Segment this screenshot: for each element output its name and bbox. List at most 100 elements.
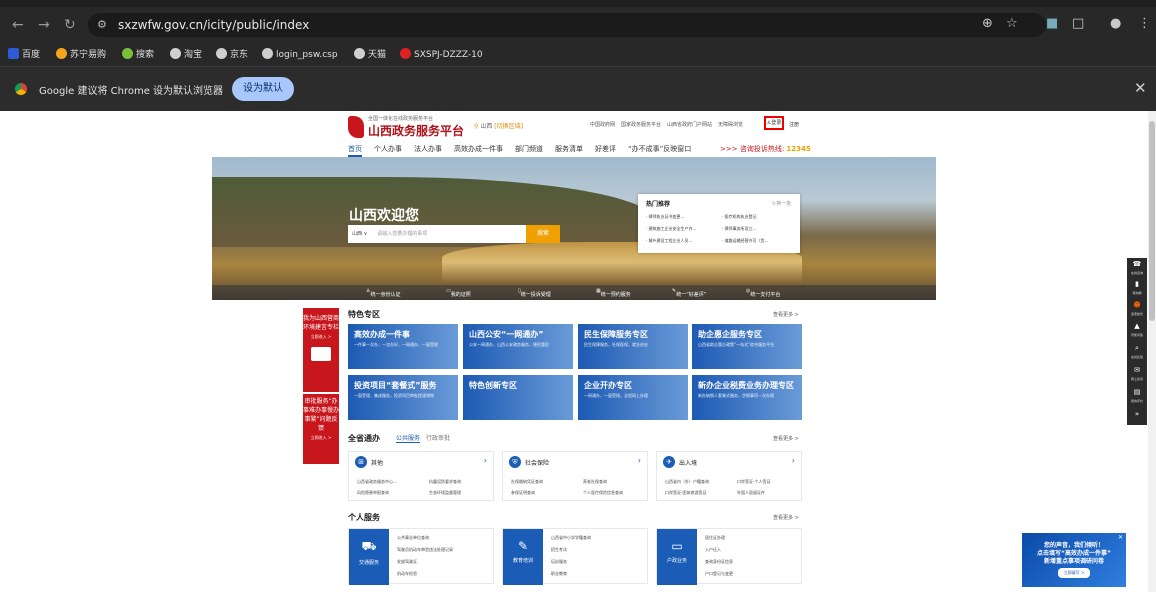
- bookmark-item[interactable]: SXSPJ-DZZZ-10: [400, 48, 483, 62]
- extension-icon[interactable]: ■: [1046, 16, 1058, 31]
- scrollbar-thumb[interactable]: [1149, 121, 1155, 321]
- hot-item[interactable]: · 道路运输经营许可（货...: [722, 238, 768, 244]
- featured-card[interactable]: 新办企业税费业务办理专区 新办纳税人套餐式服务，涉税事项一次办理: [692, 375, 802, 420]
- featured-more-link[interactable]: 查看更多 >: [773, 311, 799, 318]
- site-title[interactable]: 山西政务服务平台: [368, 122, 464, 139]
- back-icon[interactable]: ←: [12, 17, 24, 33]
- tab-public[interactable]: 公共服务: [396, 435, 421, 443]
- hot-item[interactable]: · 律师执业证书变更...: [646, 214, 684, 220]
- address-bar[interactable]: ⚙ sxzwfw.gov.cn/icity/public/index: [88, 13, 1046, 37]
- complaint-icon[interactable]: ✉: [1127, 366, 1147, 374]
- search-button[interactable]: 搜索: [526, 225, 560, 243]
- bookmark-item[interactable]: 百度: [8, 48, 40, 62]
- set-default-button[interactable]: 设为默认: [232, 77, 294, 101]
- bookmark-item[interactable]: 搜索: [122, 48, 154, 62]
- nav-item[interactable]: 服务清单: [555, 145, 583, 153]
- top-link[interactable]: 无障碍浏览: [718, 122, 743, 128]
- expand-icon[interactable]: »: [1127, 410, 1147, 418]
- nav-item[interactable]: 个人办事: [374, 145, 402, 153]
- quick-service-bar: ♙ 统一身份认证 ▭ 我的证照 ▯ 统一投诉受理 ▦ 统一预约服务 ✎ 统一“好…: [212, 285, 936, 300]
- reload-icon[interactable]: ↻: [64, 17, 76, 33]
- tab-admin[interactable]: 行政审批: [426, 435, 450, 442]
- feedback-promo[interactable]: 审批服务“办事难办事慢办事繁”问题反馈 立即进入 >: [303, 394, 339, 464]
- featured-card[interactable]: 投资项目“套餐式”服务 一窗受理，集成服务，投资项目审批提速增效: [348, 375, 458, 420]
- nav-item[interactable]: 部门频道: [515, 145, 543, 153]
- chrome-icon: [15, 83, 27, 95]
- mobile-icon[interactable]: ▮: [1127, 280, 1147, 288]
- chevron-right-icon: ›: [791, 456, 795, 465]
- hot-item[interactable]: · 律师事务所设立...: [722, 226, 756, 232]
- nav-item[interactable]: 好差评: [595, 145, 616, 153]
- nav-item[interactable]: 高效办成一件事: [454, 145, 503, 153]
- location-selector[interactable]: ⚲ 山西 [切换区域]: [474, 121, 523, 130]
- bookmark-item[interactable]: 淘宝: [170, 48, 202, 62]
- region-select[interactable]: 山西 ∨: [352, 231, 367, 237]
- service-box[interactable]: ✈ 出入境 › 山西省内（外）户籍查询 口岸签证-个人签证 口岸签证-团体旅游签证 外国人…: [656, 451, 802, 501]
- personal-service-box[interactable]: ⛟ 交通服务 公共事业单位查询 驾驶员机动车审验违法处理记录 发放驾驶证 机动车检验: [348, 528, 494, 585]
- url-text: sxzwfw.gov.cn/icity/public/index: [118, 18, 310, 32]
- quick-item[interactable]: ▦ 统一预约服务: [596, 288, 631, 298]
- quick-item[interactable]: ◎ 统一支付平台: [746, 288, 780, 298]
- top-links: 中国政府网 国家政务服务平台 山西省政府门户网站 无障碍浏览: [590, 121, 749, 128]
- fill-survey-button[interactable]: 立即填写 >: [1057, 568, 1091, 578]
- hot-item[interactable]: · 医疗机构执业登记: [722, 214, 757, 220]
- featured-card[interactable]: 助企惠企服务专区 山西省助企惠企政策“一站式”综合服务平台: [692, 324, 802, 369]
- feedback-icon[interactable]: ⌕: [1127, 344, 1147, 353]
- business-env-promo[interactable]: 我为山西营商环境建言专栏 立即进入 >: [303, 308, 339, 392]
- quick-item[interactable]: ▯ 统一投诉受理: [518, 288, 551, 298]
- bookmark-item[interactable]: 天猫: [354, 48, 386, 62]
- zoom-icon[interactable]: ⊕: [982, 16, 993, 31]
- hot-title: 热门推荐: [646, 201, 671, 208]
- menu-icon[interactable]: ⋮: [1138, 16, 1151, 31]
- refresh-link[interactable]: ↻换一批: [772, 200, 791, 207]
- bookmark-item[interactable]: login_psw.csp: [262, 48, 338, 62]
- search-input[interactable]: 山西 ∨ 请输入您要办理的事项: [348, 225, 532, 243]
- bookmark-item[interactable]: 京东: [216, 48, 248, 62]
- top-link[interactable]: 国家政务服务平台: [621, 122, 661, 128]
- service-box[interactable]: ⊞ 其他 › 山西省政务服务中心... 抗震设防要求查询 风险隐患举报查询 生态环境监督管…: [348, 451, 494, 501]
- nav-item[interactable]: 法人办事: [414, 145, 442, 153]
- evaluation-icon[interactable]: ▤: [1127, 388, 1147, 396]
- close-icon[interactable]: ✕: [1134, 79, 1147, 97]
- consult-icon[interactable]: ☎: [1127, 260, 1147, 268]
- province-more-link[interactable]: 查看更多 >: [773, 435, 799, 442]
- featured-card[interactable]: 特色创新专区: [463, 375, 573, 420]
- plane-icon: ✈: [663, 456, 675, 468]
- survey-popup[interactable]: ✕ 您的声音，我们倾听！ 点击填写“高效办成一件事” 新增重点事项调研问卷 立即填写 >: [1022, 533, 1126, 587]
- nav-item-home[interactable]: 首页: [348, 145, 362, 157]
- forward-icon[interactable]: →: [38, 17, 50, 33]
- register-link[interactable]: 注册: [789, 121, 799, 128]
- province-title: 全省通办: [348, 434, 380, 443]
- personal-service-box[interactable]: ✎ 教育培训 山西省中小学学籍查询 招生考试 培训服务 职业教育: [502, 528, 648, 585]
- featured-card[interactable]: 企业开办专区 一网通办，一窗受理，全程网上办理: [578, 375, 688, 420]
- nav-item[interactable]: “办不成事”反映窗口: [628, 145, 691, 153]
- featured-card[interactable]: 民生保障服务专区 民生保障服务，社保医保，就业创业: [578, 324, 688, 369]
- site-logo-icon[interactable]: [348, 116, 364, 138]
- scrollbar[interactable]: [1148, 111, 1156, 592]
- bookmark-item[interactable]: 苏宁易购: [56, 48, 106, 62]
- shield-icon: ⛨: [509, 456, 521, 468]
- personal-more-link[interactable]: 查看更多 >: [773, 514, 799, 521]
- top-link[interactable]: 山西省政府门户网站: [667, 122, 712, 128]
- browser-toolbar: ← → ↻ ⚙ sxzwfw.gov.cn/icity/public/index …: [0, 7, 1156, 43]
- quick-item[interactable]: ✎ 统一“好差评”: [672, 288, 706, 298]
- login-button[interactable]: ♙登录: [764, 116, 784, 130]
- featured-card[interactable]: 山西公安“一网通办” 公安一网通办，山西公安政务服务，便民惠民: [463, 324, 573, 369]
- quick-item[interactable]: ▭ 我的证照: [446, 288, 471, 298]
- site-info-icon[interactable]: ⚙: [97, 13, 107, 37]
- hot-item[interactable]: · 城乡建设工程企业人员...: [646, 238, 692, 244]
- quick-item[interactable]: ♙ 统一身份认证: [366, 288, 401, 298]
- elder-mode-icon[interactable]: ☻: [1127, 301, 1147, 309]
- personal-service-box[interactable]: ▭ 户政业务 居住证办理 入户迁入 查询身份证信息 户口登记与变更: [656, 528, 802, 585]
- close-icon[interactable]: ✕: [1118, 534, 1123, 542]
- top-link[interactable]: 中国政府网: [590, 122, 615, 128]
- puzzle-icon[interactable]: □: [1072, 16, 1084, 31]
- welcome-heading: 山西欢迎您: [349, 208, 419, 224]
- hot-item[interactable]: · 建筑施工企业安全生产许...: [646, 226, 696, 232]
- qa-icon[interactable]: ▲: [1127, 322, 1147, 330]
- main-nav: 首页 个人办事 法人办事 高效办成一件事 部门频道 服务清单 好差评 “办不成事”反映窗口: [348, 144, 703, 157]
- featured-card[interactable]: 高效办成一件事 一件事一次办，一次办好，一网通办，一窗受理: [348, 324, 458, 369]
- profile-icon[interactable]: ●: [1110, 16, 1121, 31]
- bookmark-star-icon[interactable]: ☆: [1006, 16, 1018, 31]
- service-box[interactable]: ⛨ 社会保险 › 社保缴纳凭证查询 养老社保查询 参保证明查询 个人医疗保险信息查询: [502, 451, 648, 501]
